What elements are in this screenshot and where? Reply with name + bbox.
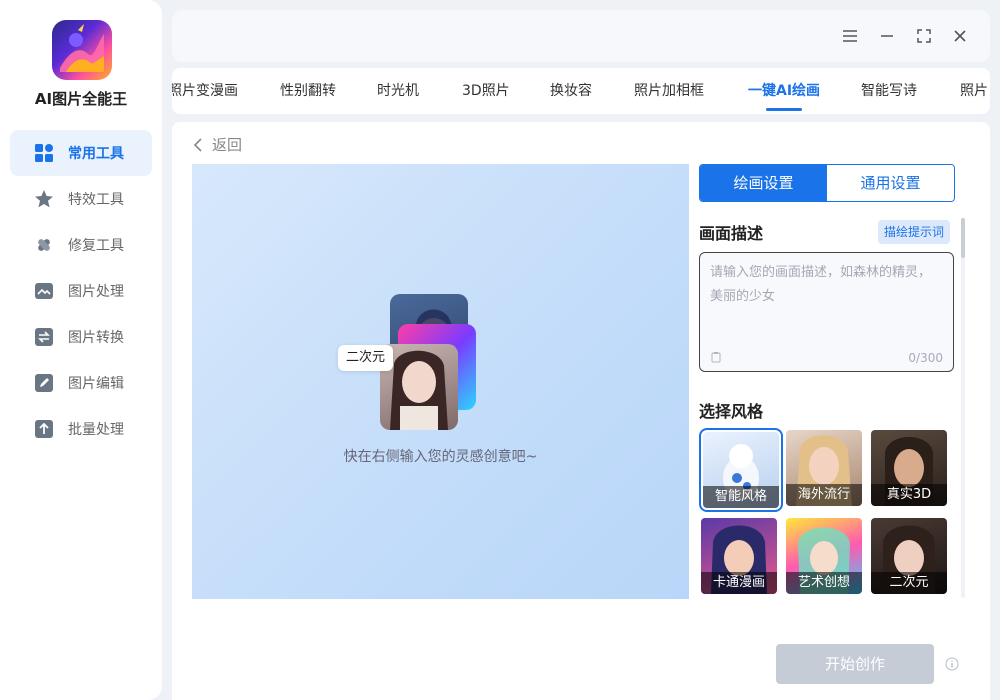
app-logo — [52, 20, 112, 80]
char-counter: 0/300 — [908, 351, 943, 365]
bandage-icon — [34, 235, 54, 255]
back-label: 返回 — [212, 136, 243, 154]
title-bar — [172, 10, 990, 62]
desc-box: 0/300 — [699, 252, 954, 372]
clipboard-icon[interactable] — [710, 351, 722, 363]
style-card-cartoon[interactable]: 卡通漫画 — [701, 518, 777, 594]
sidebar-item-repair-tools[interactable]: 修复工具 — [10, 222, 152, 268]
convert-icon — [34, 327, 54, 347]
minimize-icon[interactable] — [878, 27, 896, 45]
tab-draw-settings[interactable]: 绘画设置 — [700, 165, 827, 201]
tab-photo-frame[interactable]: 照片加相框 — [634, 68, 704, 114]
back-button[interactable]: 返回 — [192, 134, 242, 155]
sidebar-item-label: 常用工具 — [68, 146, 124, 162]
style-bubble: 二次元 — [338, 345, 394, 371]
sidebar-item-image-edit[interactable]: 图片编辑 — [10, 360, 152, 406]
style-label: 海外流行 — [786, 484, 862, 506]
desc-title: 画面描述 — [699, 224, 764, 243]
tab-3d-photo[interactable]: 3D照片 — [462, 68, 510, 114]
start-create-button[interactable]: 开始创作 — [776, 644, 934, 684]
tab-smart-poem[interactable]: 智能写诗 — [861, 68, 917, 114]
preview-hint: 快在右侧输入您的灵感创意吧~ — [343, 449, 538, 465]
tab-ai-painting[interactable]: 一键AI绘画 — [748, 68, 820, 114]
star-icon — [34, 189, 54, 209]
preview-area: 二次元 快在右侧输入您的灵感创意吧~ — [192, 164, 689, 599]
tab-photo-to-comic[interactable]: 照片变漫画 — [172, 68, 238, 114]
tab-general-settings[interactable]: 通用设置 — [827, 165, 954, 201]
image-icon — [34, 281, 54, 301]
sidebar-item-batch-processing[interactable]: 批量处理 — [10, 406, 152, 452]
sidebar-item-effect-tools[interactable]: 特效工具 — [10, 176, 152, 222]
sidebar-item-label: 批量处理 — [68, 422, 124, 438]
edit-icon — [34, 373, 54, 393]
tab-photo-more[interactable]: 照片 — [960, 68, 988, 114]
feature-tabs: 照片变漫画 性别翻转 时光机 3D照片 换妆容 照片加相框 一键AI绘画 智能写… — [172, 68, 990, 114]
style-title: 选择风格 — [699, 402, 764, 421]
style-card-smart[interactable]: 智能风格 — [699, 428, 783, 512]
tab-time-machine[interactable]: 时光机 — [377, 68, 419, 114]
sidebar-item-image-processing[interactable]: 图片处理 — [10, 268, 152, 314]
info-icon[interactable] — [945, 657, 959, 671]
sidebar-item-label: 图片处理 — [68, 284, 124, 300]
sidebar-item-label: 特效工具 — [68, 192, 124, 208]
settings-scrollbar[interactable] — [961, 218, 965, 598]
style-label: 艺术创想 — [786, 572, 862, 594]
sidebar-item-label: 图片编辑 — [68, 376, 124, 392]
app-title: AI图片全能王 — [34, 90, 128, 108]
main-panel: 返回 二次元 快在右侧输入您的灵感创意吧~ 绘画设置 通用设置 画面描述 描绘提… — [172, 122, 990, 700]
grid-icon — [34, 143, 54, 163]
settings-tabs: 绘画设置 通用设置 — [699, 164, 955, 202]
scrollbar-thumb[interactable] — [961, 218, 965, 258]
style-card-art[interactable]: 艺术创想 — [786, 518, 862, 594]
style-card-overseas[interactable]: 海外流行 — [786, 430, 862, 506]
style-card-real-3d[interactable]: 真实3D — [871, 430, 947, 506]
upload-icon — [34, 419, 54, 439]
desc-input[interactable] — [700, 253, 953, 349]
tab-gender-swap[interactable]: 性别翻转 — [280, 68, 336, 114]
menu-icon[interactable] — [841, 27, 859, 45]
style-card-anime[interactable]: 二次元 — [871, 518, 947, 594]
sidebar-item-label: 图片转换 — [68, 330, 124, 346]
style-label: 智能风格 — [703, 486, 779, 508]
chevron-left-icon — [193, 137, 202, 152]
maximize-icon[interactable] — [915, 27, 933, 45]
style-label: 二次元 — [871, 572, 947, 594]
sidebar-item-label: 修复工具 — [68, 238, 124, 254]
style-label: 卡通漫画 — [701, 572, 777, 594]
style-label: 真实3D — [871, 484, 947, 506]
sidebar: AI图片全能王 常用工具 特效工具 修复工具 图片处理 图片转换 图片编辑 批量… — [0, 0, 162, 700]
close-icon[interactable] — [951, 27, 969, 45]
sidebar-item-common-tools[interactable]: 常用工具 — [10, 130, 152, 176]
sidebar-item-image-convert[interactable]: 图片转换 — [10, 314, 152, 360]
prompt-hint-button[interactable]: 描绘提示词 — [878, 220, 951, 244]
tab-makeup[interactable]: 换妆容 — [550, 68, 592, 114]
